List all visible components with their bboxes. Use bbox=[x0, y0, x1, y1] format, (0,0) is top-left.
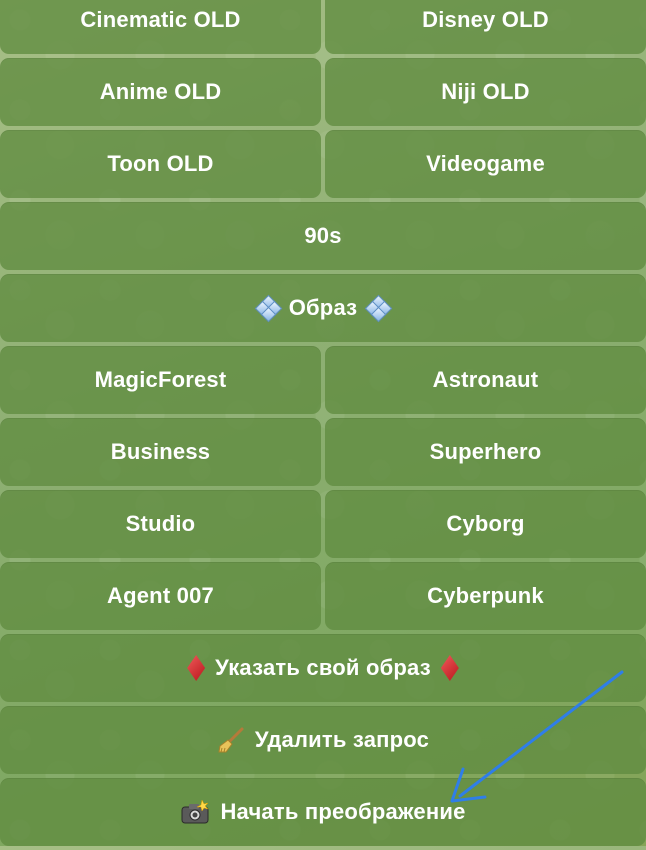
custom-obraz-button[interactable]: Указать свой образ bbox=[0, 634, 646, 702]
keyboard-row: Studio Cyborg bbox=[0, 490, 646, 558]
style-videogame-button[interactable]: Videogame bbox=[325, 130, 646, 198]
style-anime-old-button[interactable]: Anime OLD bbox=[0, 58, 321, 126]
red-diamond-icon bbox=[187, 655, 206, 681]
style-90s-button[interactable]: 90s bbox=[0, 202, 646, 270]
style-niji-old-button[interactable]: Niji OLD bbox=[325, 58, 646, 126]
style-magicforest-button[interactable]: MagicForest bbox=[0, 346, 321, 414]
keyboard-row: Anime OLD Niji OLD bbox=[0, 58, 646, 126]
keyboard-row: Образ bbox=[0, 274, 646, 342]
start-transformation-button[interactable]: Начать преображение bbox=[0, 778, 646, 846]
style-studio-button[interactable]: Studio bbox=[0, 490, 321, 558]
keyboard-row: Начать преображение bbox=[0, 778, 646, 846]
style-business-button[interactable]: Business bbox=[0, 418, 321, 486]
style-superhero-button[interactable]: Superhero bbox=[325, 418, 646, 486]
delete-request-button[interactable]: Удалить запрос bbox=[0, 706, 646, 774]
red-diamond-icon bbox=[440, 655, 459, 681]
style-astronaut-button[interactable]: Astronaut bbox=[325, 346, 646, 414]
style-disney-old-button[interactable]: Disney OLD bbox=[325, 0, 646, 54]
keyboard-row: Toon OLD Videogame bbox=[0, 130, 646, 198]
keyboard-row: MagicForest Astronaut bbox=[0, 346, 646, 414]
keyboard-row: Указать свой образ bbox=[0, 634, 646, 702]
blue-diamond-cluster-icon bbox=[365, 294, 393, 323]
delete-request-label: Удалить запрос bbox=[254, 727, 430, 752]
keyboard-row: 90s bbox=[0, 202, 646, 270]
custom-obraz-label: Указать свой образ bbox=[215, 655, 431, 680]
broom-icon bbox=[217, 726, 245, 754]
keyboard-row: Удалить запрос bbox=[0, 706, 646, 774]
keyboard-row: Business Superhero bbox=[0, 418, 646, 486]
keyboard-row: Cinematic OLD Disney OLD bbox=[0, 0, 646, 54]
keyboard-row: Agent 007 Cyberpunk bbox=[0, 562, 646, 630]
obraz-button[interactable]: Образ bbox=[0, 274, 646, 342]
style-agent-007-button[interactable]: Agent 007 bbox=[0, 562, 321, 630]
reply-keyboard: Cinematic OLD Disney OLD Anime OLD Niji … bbox=[0, 0, 646, 850]
blue-diamond-cluster-icon bbox=[254, 294, 282, 323]
obraz-label: Образ bbox=[288, 295, 358, 320]
style-cinematic-old-button[interactable]: Cinematic OLD bbox=[0, 0, 321, 54]
style-toon-old-button[interactable]: Toon OLD bbox=[0, 130, 321, 198]
style-cyberpunk-button[interactable]: Cyberpunk bbox=[325, 562, 646, 630]
style-cyborg-button[interactable]: Cyborg bbox=[325, 490, 646, 558]
start-transformation-label: Начать преображение bbox=[220, 799, 466, 824]
camera-flash-icon bbox=[180, 799, 210, 825]
